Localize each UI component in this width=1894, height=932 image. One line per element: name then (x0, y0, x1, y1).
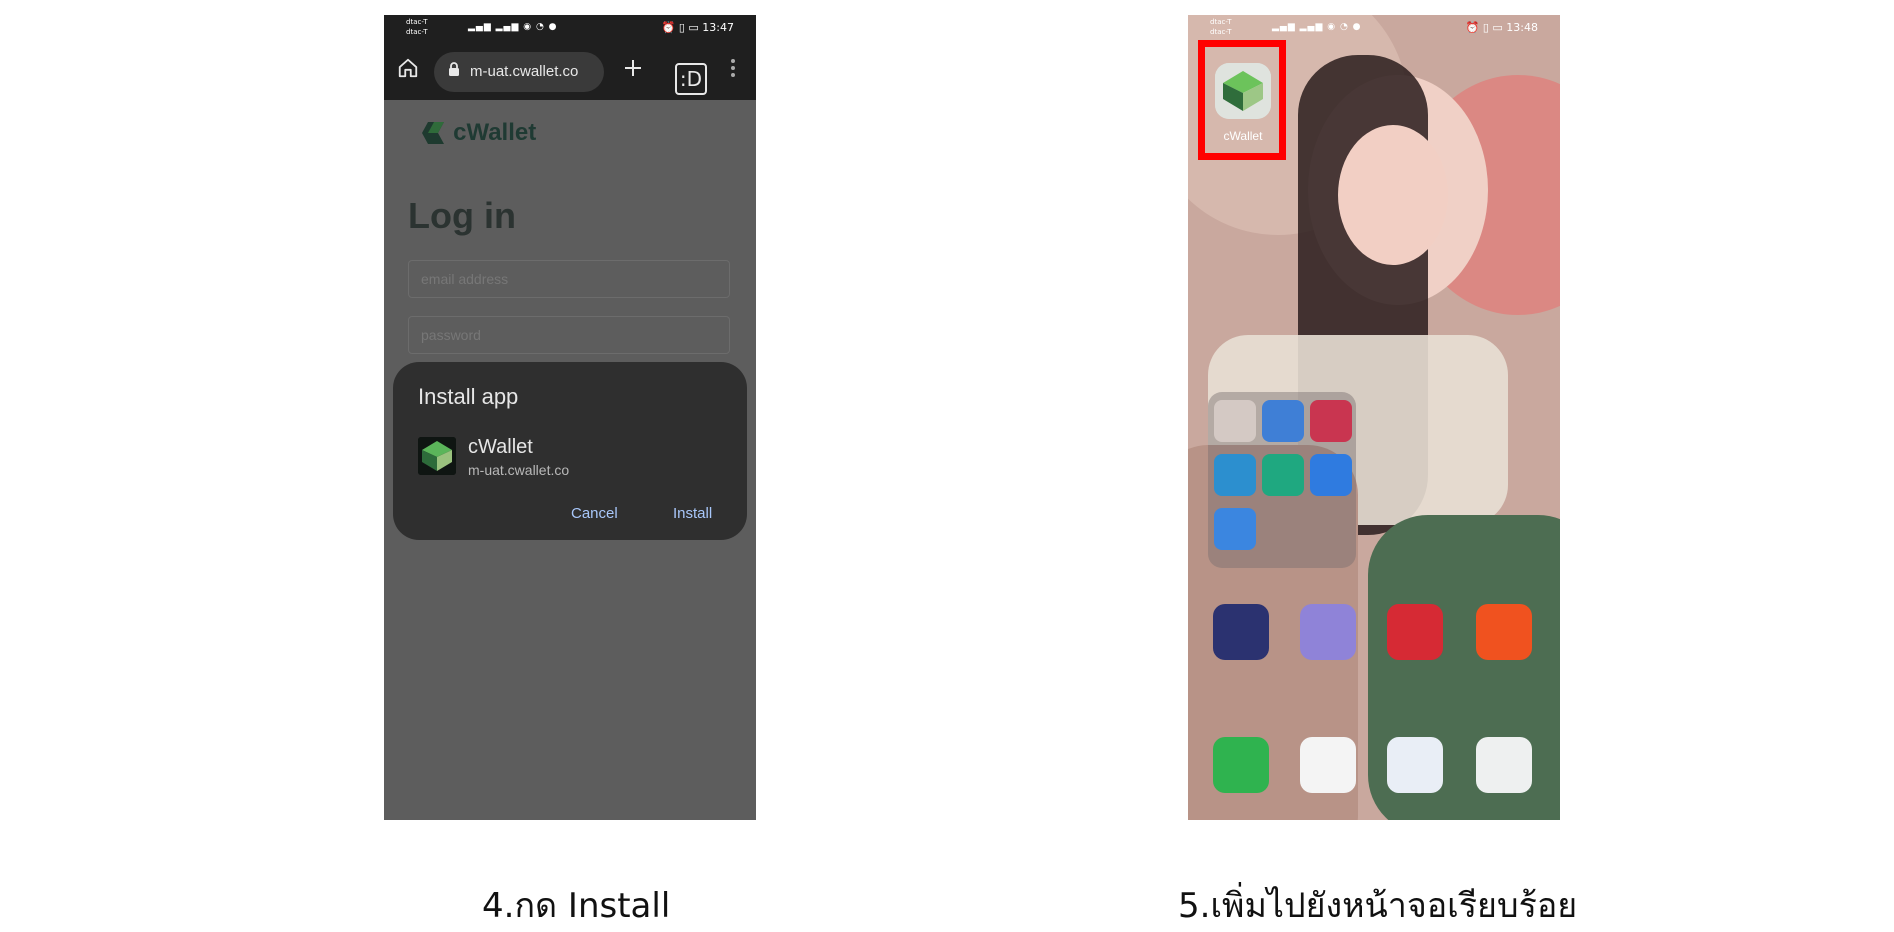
status-bar: dtac-T dtac-T ▂▄▆ ▂▄▆ ◉ ◔ ● ⏰ ▯ ▭ 13:47 (384, 15, 756, 43)
email-field[interactable]: email address (408, 260, 730, 298)
status-bar: dtac-T dtac-T ▂▄▆ ▂▄▆ ◉ ◔ ● ⏰ ▯ ▭ 13:48 (1188, 15, 1560, 43)
status-right: ⏰ ▯ ▭ 13:47 (662, 21, 734, 34)
browser-toolbar: m-uat.cwallet.co :D (384, 43, 756, 100)
folder-app-icon[interactable] (1310, 454, 1352, 496)
carrier-2: dtac-T (406, 28, 428, 36)
home-screen-screenshot: cWallet dtac-T dtac-T ▂▄▆ ▂▄▆ ◉ ◔ ● ⏰ ▯ … (1188, 15, 1560, 820)
home-icon[interactable] (394, 57, 422, 85)
step-5-caption: 5.เพิ่มไปยังหน้าจอเรียบร้อย (1178, 886, 1578, 926)
address-bar[interactable]: m-uat.cwallet.co (434, 52, 604, 92)
dialog-app-name: cWallet (468, 436, 533, 458)
status-time: 13:48 (1506, 21, 1538, 34)
app-icon[interactable] (1300, 604, 1356, 660)
plus-icon[interactable] (619, 57, 647, 85)
app-icon[interactable] (1387, 604, 1443, 660)
install-app-dialog: Install app cWallet m-uat.cwallet.co Can… (393, 362, 747, 540)
url-text: m-uat.cwallet.co (470, 63, 579, 80)
email-placeholder: email address (421, 271, 509, 287)
tabs-icon[interactable]: :D (675, 63, 707, 95)
folder-app-icon[interactable] (1262, 400, 1304, 442)
vibrate-icon: ▯ (1482, 21, 1489, 34)
carrier-labels: dtac-T dtac-T (1210, 17, 1232, 37)
status-right: ⏰ ▯ ▭ 13:48 (1466, 21, 1538, 34)
lock-icon (448, 62, 460, 80)
cwallet-home-label: cWallet (1223, 129, 1263, 143)
folder-app-icon[interactable] (1214, 400, 1256, 442)
password-placeholder: password (421, 327, 481, 343)
folder-app-icon[interactable] (1310, 400, 1352, 442)
carrier-1: dtac-T (406, 18, 428, 26)
battery-icon: ▭ (1492, 21, 1503, 34)
browser-app-icon[interactable] (1387, 737, 1443, 793)
cwallet-logo-icon (422, 122, 449, 144)
page-title: Log in (408, 195, 516, 236)
app-folder[interactable] (1208, 392, 1356, 568)
logo-text: cWallet (453, 119, 537, 146)
camera-app-icon[interactable] (1476, 737, 1532, 793)
signal-icons: ▂▄▆ ▂▄▆ ◉ ◔ ● (468, 22, 558, 32)
step-4-caption: 4.กด Install (482, 886, 671, 926)
dialog-app-url: m-uat.cwallet.co (468, 462, 570, 478)
cwallet-logo: cWallet (422, 119, 536, 147)
carrier-1: dtac-T (1210, 18, 1232, 26)
cwallet-home-icon[interactable] (1215, 63, 1271, 119)
dialog-title: Install app (418, 384, 519, 409)
battery-icon: ▭ (688, 21, 699, 34)
cwallet-app-icon (418, 437, 456, 475)
password-field[interactable]: password (408, 316, 730, 354)
cancel-button[interactable]: Cancel (571, 505, 618, 522)
vibrate-icon: ▯ (678, 21, 685, 34)
alarm-icon: ⏰ (1465, 21, 1480, 34)
folder-app-icon[interactable] (1214, 508, 1256, 550)
more-icon[interactable] (719, 57, 747, 85)
app-icon[interactable] (1476, 604, 1532, 660)
signal-icons: ▂▄▆ ▂▄▆ ◉ ◔ ● (1272, 22, 1362, 32)
app-icon[interactable] (1213, 604, 1269, 660)
folder-app-icon[interactable] (1262, 454, 1304, 496)
install-button[interactable]: Install (673, 505, 712, 522)
status-time: 13:47 (702, 21, 734, 34)
phone-app-icon[interactable] (1213, 737, 1269, 793)
messages-app-icon[interactable] (1300, 737, 1356, 793)
alarm-icon: ⏰ (661, 21, 676, 34)
folder-app-icon[interactable] (1214, 454, 1256, 496)
carrier-labels: dtac-T dtac-T (406, 17, 428, 37)
carrier-2: dtac-T (1210, 28, 1232, 36)
browser-screenshot: dtac-T dtac-T ▂▄▆ ▂▄▆ ◉ ◔ ● ⏰ ▯ ▭ 13:47 … (384, 15, 756, 820)
